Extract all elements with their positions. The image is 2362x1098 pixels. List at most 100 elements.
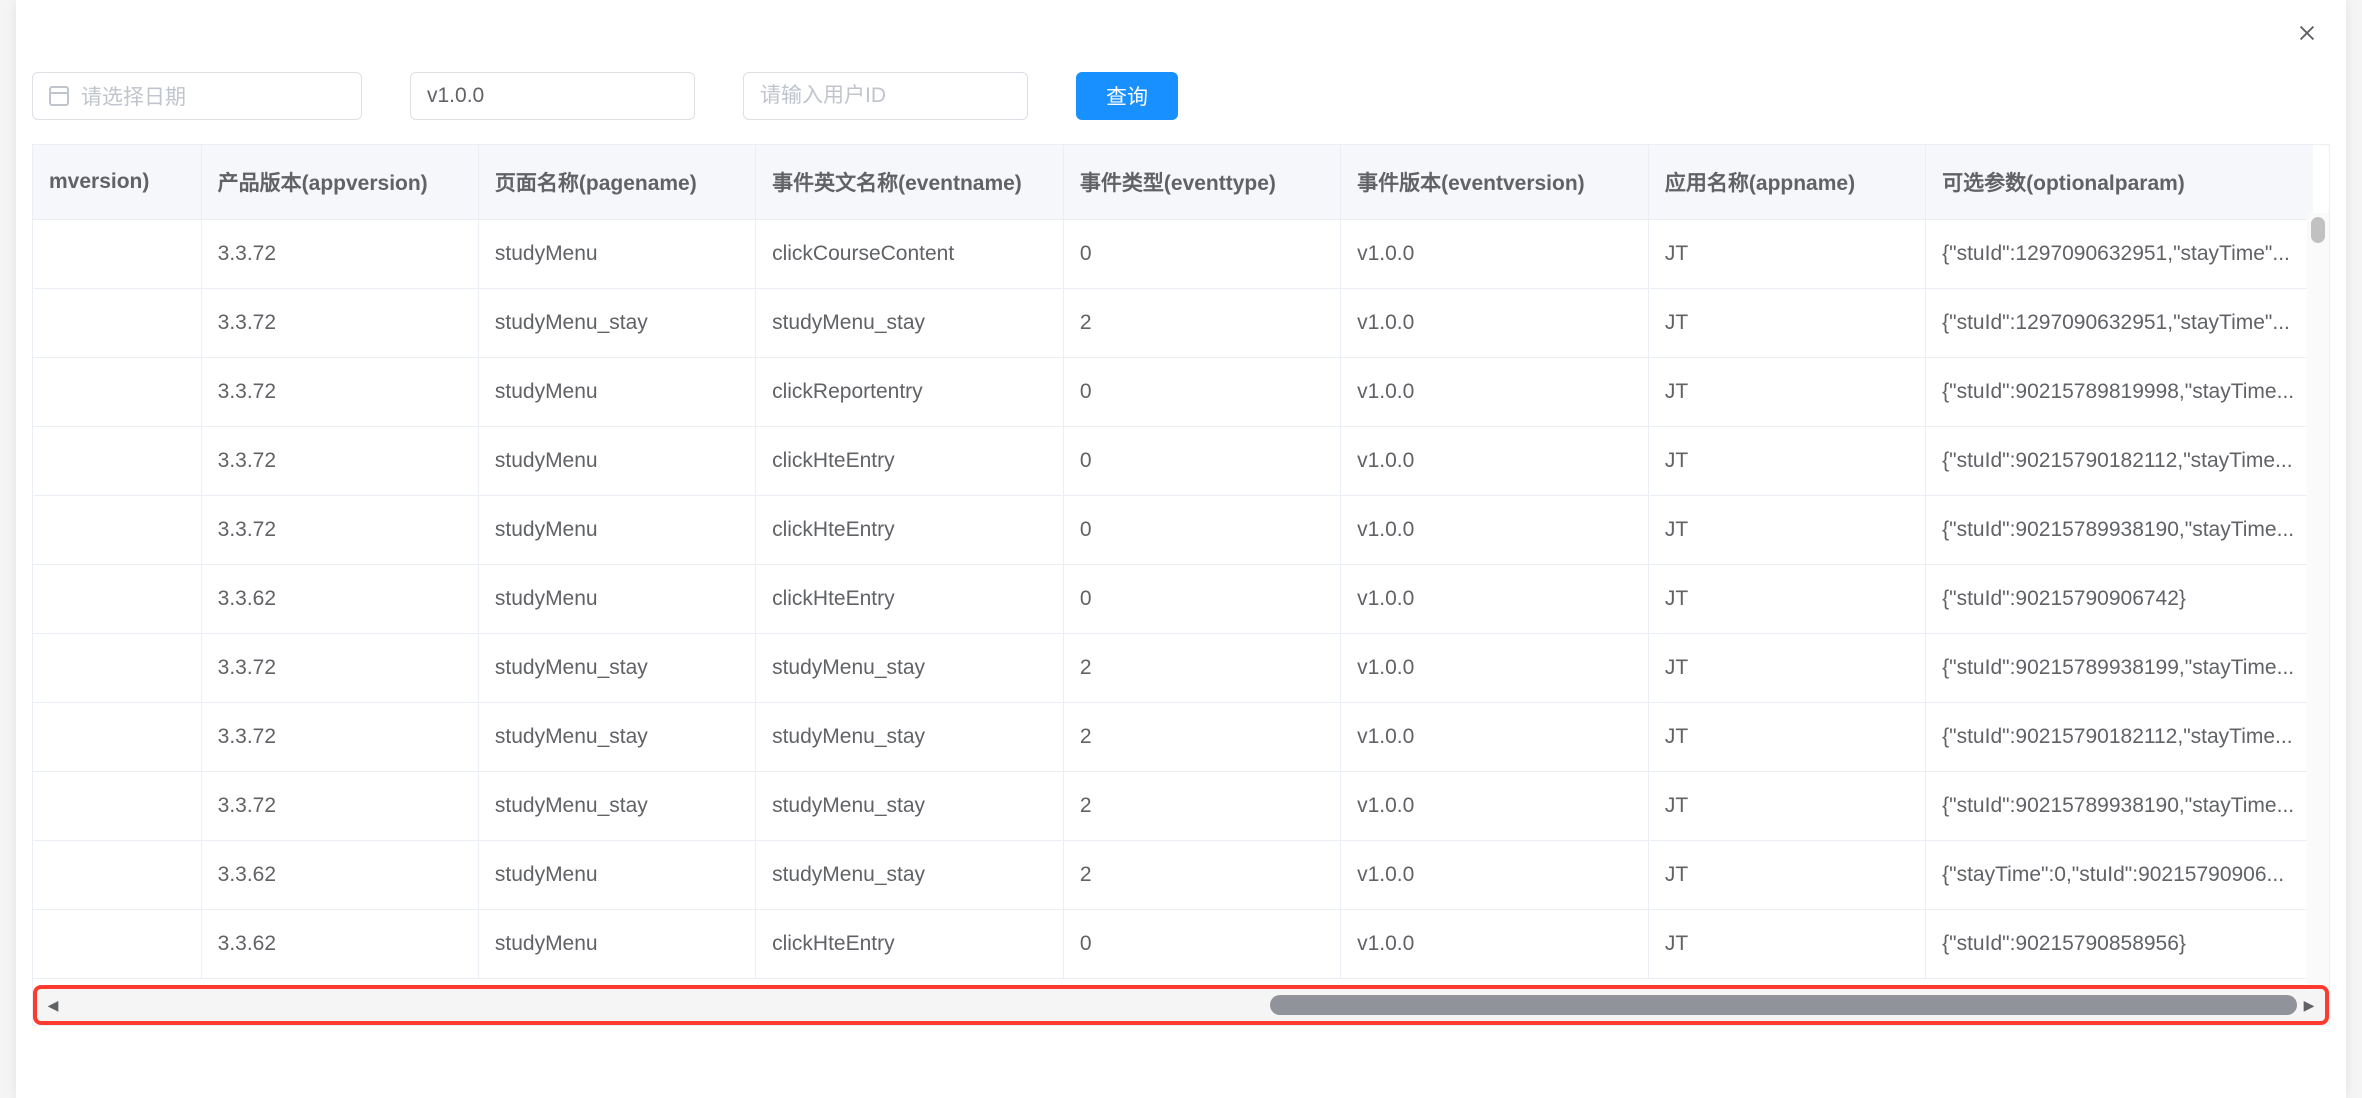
cell-pagename: studyMenu (478, 220, 755, 289)
table-row[interactable]: 3.3.62studyMenuclickHteEntry0v1.0.0JT{"s… (33, 565, 2313, 634)
cell-eventversion: v1.0.0 (1341, 910, 1649, 979)
cell-pagename: studyMenu (478, 910, 755, 979)
vertical-scroll-thumb[interactable] (2311, 217, 2325, 243)
modal-dialog: 请选择日期 查询 mversion) 产品版本(appversion) 页面名称… (16, 0, 2346, 1098)
horizontal-scrollbar-highlight: ◀ ▶ (33, 985, 2329, 1025)
table-row[interactable]: 3.3.72studyMenuclickHteEntry0v1.0.0JT{"s… (33, 427, 2313, 496)
cell-mversion (33, 841, 201, 910)
cell-mversion (33, 496, 201, 565)
cell-mversion (33, 910, 201, 979)
cell-eventversion: v1.0.0 (1341, 703, 1649, 772)
data-table: mversion) 产品版本(appversion) 页面名称(pagename… (33, 145, 2313, 979)
cell-appname: JT (1648, 220, 1925, 289)
table-row[interactable]: 3.3.72studyMenu_staystudyMenu_stay2v1.0.… (33, 634, 2313, 703)
cell-appname: JT (1648, 703, 1925, 772)
cell-eventname: studyMenu_stay (756, 772, 1064, 841)
cell-appname: JT (1648, 427, 1925, 496)
cell-pagename: studyMenu_stay (478, 289, 755, 358)
table-header-row: mversion) 产品版本(appversion) 页面名称(pagename… (33, 145, 2313, 220)
cell-appversion: 3.3.72 (201, 427, 478, 496)
horizontal-scroll-thumb[interactable] (1270, 995, 2297, 1015)
cell-appversion: 3.3.72 (201, 634, 478, 703)
col-header-appversion[interactable]: 产品版本(appversion) (201, 145, 478, 220)
cell-appversion: 3.3.62 (201, 841, 478, 910)
cell-eventname: clickHteEntry (756, 427, 1064, 496)
col-header-pagename[interactable]: 页面名称(pagename) (478, 145, 755, 220)
cell-eventversion: v1.0.0 (1341, 358, 1649, 427)
cell-appversion: 3.3.72 (201, 289, 478, 358)
cell-appname: JT (1648, 634, 1925, 703)
scroll-right-arrow[interactable]: ▶ (2297, 993, 2321, 1017)
cell-mversion (33, 289, 201, 358)
col-header-eventversion[interactable]: 事件版本(eventversion) (1341, 145, 1649, 220)
table-row[interactable]: 3.3.72studyMenu_staystudyMenu_stay2v1.0.… (33, 772, 2313, 841)
cell-mversion (33, 634, 201, 703)
cell-appversion: 3.3.72 (201, 772, 478, 841)
cell-eventname: studyMenu_stay (756, 289, 1064, 358)
cell-eventversion: v1.0.0 (1341, 841, 1649, 910)
cell-pagename: studyMenu (478, 565, 755, 634)
col-header-appname[interactable]: 应用名称(appname) (1648, 145, 1925, 220)
cell-appversion: 3.3.72 (201, 220, 478, 289)
userid-input[interactable] (743, 72, 1028, 120)
cell-eventname: clickHteEntry (756, 565, 1064, 634)
cell-pagename: studyMenu (478, 358, 755, 427)
cell-mversion (33, 358, 201, 427)
cell-pagename: studyMenu_stay (478, 703, 755, 772)
table-row[interactable]: 3.3.72studyMenu_staystudyMenu_stay2v1.0.… (33, 703, 2313, 772)
cell-eventtype: 0 (1063, 496, 1340, 565)
col-header-eventname[interactable]: 事件英文名称(eventname) (756, 145, 1064, 220)
cell-eventversion: v1.0.0 (1341, 496, 1649, 565)
cell-appname: JT (1648, 841, 1925, 910)
cell-eventtype: 0 (1063, 565, 1340, 634)
cell-optionalparam: {"stuId":90215789819998,"stayTime... (1926, 358, 2313, 427)
cell-eventname: clickCourseContent (756, 220, 1064, 289)
table-row[interactable]: 3.3.62studyMenuclickHteEntry0v1.0.0JT{"s… (33, 910, 2313, 979)
cell-eventname: clickHteEntry (756, 910, 1064, 979)
cell-eventname: clickReportentry (756, 358, 1064, 427)
col-header-mversion[interactable]: mversion) (33, 145, 201, 220)
cell-appversion: 3.3.72 (201, 496, 478, 565)
cell-optionalparam: {"stuId":90215789938190,"stayTime... (1926, 772, 2313, 841)
cell-eventname: clickHteEntry (756, 496, 1064, 565)
cell-eventtype: 2 (1063, 772, 1340, 841)
cell-mversion (33, 565, 201, 634)
cell-pagename: studyMenu (478, 427, 755, 496)
cell-appname: JT (1648, 565, 1925, 634)
date-input[interactable]: 请选择日期 (32, 72, 362, 120)
col-header-eventtype[interactable]: 事件类型(eventtype) (1063, 145, 1340, 220)
table-row[interactable]: 3.3.72studyMenu_staystudyMenu_stay2v1.0.… (33, 289, 2313, 358)
cell-appversion: 3.3.72 (201, 703, 478, 772)
cell-appversion: 3.3.62 (201, 910, 478, 979)
cell-pagename: studyMenu_stay (478, 772, 755, 841)
cell-eventversion: v1.0.0 (1341, 427, 1649, 496)
date-placeholder: 请选择日期 (81, 81, 186, 111)
table-container: mversion) 产品版本(appversion) 页面名称(pagename… (32, 144, 2330, 1026)
close-button[interactable] (2292, 18, 2322, 48)
cell-optionalparam: {"stayTime":0,"stuId":90215790906... (1926, 841, 2313, 910)
cell-eventtype: 0 (1063, 427, 1340, 496)
cell-eventname: studyMenu_stay (756, 703, 1064, 772)
cell-eventtype: 2 (1063, 634, 1340, 703)
cell-optionalparam: {"stuId":90215789938199,"stayTime... (1926, 634, 2313, 703)
cell-mversion (33, 220, 201, 289)
query-button[interactable]: 查询 (1076, 72, 1178, 120)
cell-optionalparam: {"stuId":90215790906742} (1926, 565, 2313, 634)
version-input[interactable] (410, 72, 695, 120)
table-row[interactable]: 3.3.72studyMenuclickHteEntry0v1.0.0JT{"s… (33, 496, 2313, 565)
vertical-scrollbar[interactable] (2307, 213, 2329, 1025)
cell-pagename: studyMenu (478, 841, 755, 910)
cell-pagename: studyMenu (478, 496, 755, 565)
cell-optionalparam: {"stuId":1297090632951,"stayTime"... (1926, 220, 2313, 289)
cell-optionalparam: {"stuId":1297090632951,"stayTime"... (1926, 289, 2313, 358)
scroll-left-arrow[interactable]: ◀ (41, 993, 65, 1017)
cell-eventtype: 2 (1063, 703, 1340, 772)
cell-eventname: studyMenu_stay (756, 841, 1064, 910)
cell-eventtype: 0 (1063, 358, 1340, 427)
table-row[interactable]: 3.3.72studyMenuclickReportentry0v1.0.0JT… (33, 358, 2313, 427)
table-row[interactable]: 3.3.62studyMenustudyMenu_stay2v1.0.0JT{"… (33, 841, 2313, 910)
table-row[interactable]: 3.3.72studyMenuclickCourseContent0v1.0.0… (33, 220, 2313, 289)
col-header-optionalparam[interactable]: 可选参数(optionalparam) (1926, 145, 2313, 220)
horizontal-scroll-track[interactable] (65, 995, 2297, 1015)
cell-eventtype: 2 (1063, 841, 1340, 910)
